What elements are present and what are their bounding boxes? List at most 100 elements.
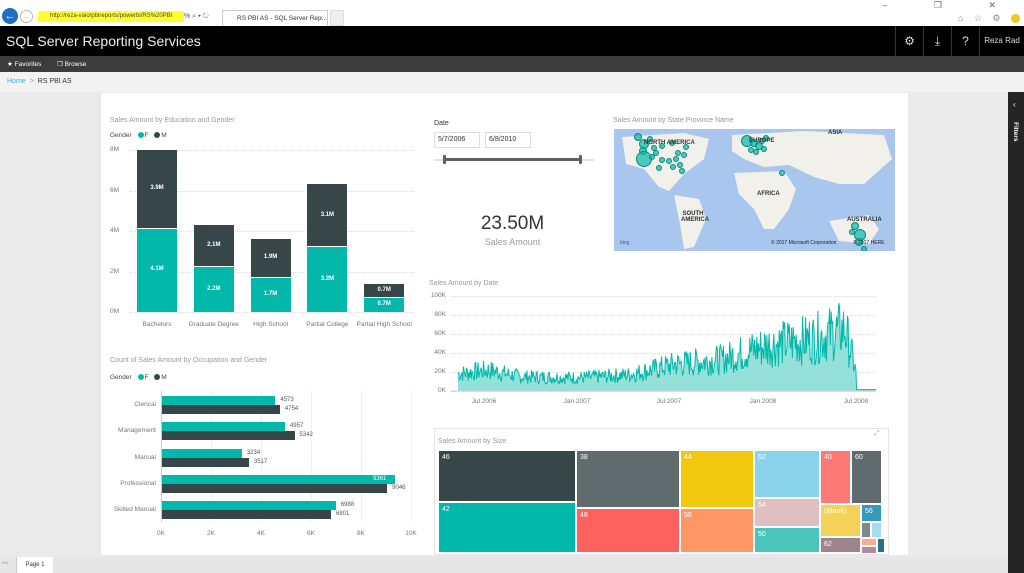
treemap-cell[interactable]: 48 bbox=[576, 508, 680, 553]
browser-toolbar: ← → http://reza-vaio/pbireports/powerbi/… bbox=[0, 0, 1024, 26]
treemap-cell[interactable]: 44 bbox=[680, 450, 754, 508]
map-bubble[interactable] bbox=[659, 157, 665, 163]
map-label-north-america: NORTH AMERICA bbox=[644, 140, 695, 146]
tab-close-icon[interactable]: × bbox=[319, 11, 323, 26]
start-date-input[interactable]: 5/7/2006 bbox=[434, 132, 480, 148]
y-tick-label: 100K bbox=[430, 292, 446, 299]
map-bubble[interactable] bbox=[679, 168, 685, 174]
bar-m[interactable] bbox=[161, 509, 332, 519]
map-label-asia: ASIA bbox=[828, 130, 843, 136]
home-star-gear-icons[interactable]: ⌂ ☆ ⚙ bbox=[958, 13, 1005, 23]
user-menu[interactable]: Reza Rad bbox=[979, 26, 1024, 56]
help-button[interactable]: ? bbox=[951, 26, 979, 56]
treemap-cell[interactable]: 46 bbox=[438, 450, 576, 502]
map-copyright-microsoft: © 2017 Microsoft Corporation bbox=[771, 240, 837, 246]
filters-label[interactable]: Filters bbox=[1012, 122, 1019, 142]
treemap-cell[interactable]: 42 bbox=[438, 502, 576, 553]
map-bubble[interactable] bbox=[670, 164, 676, 170]
app-title[interactable]: SQL Server Reporting Services bbox=[6, 33, 201, 49]
new-tab-button[interactable] bbox=[330, 10, 344, 26]
breadcrumb-current: RS PBI AS bbox=[37, 78, 72, 85]
treemap-cell[interactable] bbox=[861, 538, 877, 546]
page-nav-arrows[interactable]: ◂ ▸ bbox=[2, 560, 8, 566]
map-bubble[interactable] bbox=[681, 152, 687, 158]
map-bubble[interactable] bbox=[849, 229, 855, 235]
y-gridline bbox=[451, 315, 876, 316]
browser-icons[interactable]: ⌂ ☆ ⚙ bbox=[958, 13, 1020, 24]
data-label: 6801 bbox=[336, 510, 350, 517]
map-bubble[interactable] bbox=[673, 156, 679, 162]
download-button[interactable]: ⤓ bbox=[923, 26, 951, 56]
x-tick-label: Jan 2008 bbox=[749, 398, 777, 405]
filters-pane[interactable]: ‹ Filters bbox=[1008, 92, 1024, 573]
map-bubble[interactable] bbox=[753, 149, 759, 155]
settings-button[interactable]: ⚙ bbox=[895, 26, 923, 56]
browser-tab[interactable]: RS PBI AS - SQL Server Rep... × bbox=[222, 10, 328, 26]
bar-m[interactable] bbox=[161, 405, 280, 415]
y-tick-label: 4M bbox=[110, 227, 120, 234]
treemap-cell[interactable]: 52 bbox=[754, 450, 820, 498]
address-bar[interactable]: http://reza-vaio/pbireports/powerbi/RS%2… bbox=[38, 11, 184, 22]
y-gridline bbox=[451, 353, 876, 354]
treemap-cell[interactable] bbox=[871, 522, 882, 538]
end-date-input[interactable]: 6/8/2010 bbox=[485, 132, 531, 148]
treemap-cell[interactable] bbox=[861, 522, 871, 538]
treemap-cell[interactable]: (Blank) bbox=[820, 504, 861, 537]
bar-f[interactable] bbox=[161, 474, 396, 484]
legend-f[interactable]: F bbox=[145, 374, 149, 381]
slider-end-handle[interactable] bbox=[579, 155, 582, 164]
breadcrumb-home[interactable]: Home bbox=[7, 78, 26, 85]
date-slider-range[interactable] bbox=[445, 158, 581, 161]
feedback-smiley-icon[interactable] bbox=[1011, 14, 1020, 24]
forward-button[interactable]: → bbox=[20, 10, 33, 23]
treemap-cell[interactable]: 60 bbox=[851, 450, 882, 504]
slider-start-handle[interactable] bbox=[443, 155, 446, 164]
page-tab[interactable]: Page 1 bbox=[16, 557, 53, 573]
map-bubble[interactable] bbox=[761, 146, 767, 152]
data-label: 2.1M bbox=[207, 242, 221, 249]
download-icon: ⤓ bbox=[934, 34, 941, 48]
window-controls[interactable]: – ❐ ✕ bbox=[882, 0, 1018, 11]
bar-f[interactable] bbox=[161, 396, 276, 406]
chevron-left-icon[interactable]: ‹ bbox=[1013, 100, 1016, 109]
map-label-europe: EUROPE bbox=[749, 138, 775, 144]
legend-f[interactable]: F bbox=[145, 132, 149, 139]
legend-m[interactable]: M bbox=[161, 132, 166, 139]
bar-f[interactable] bbox=[161, 500, 336, 510]
treemap-cell[interactable]: 56 bbox=[861, 504, 882, 522]
map-bubble[interactable] bbox=[861, 246, 867, 251]
map-bubble[interactable] bbox=[649, 154, 655, 160]
treemap-cell[interactable]: 40 bbox=[820, 450, 851, 504]
treemap-cell[interactable]: 38 bbox=[576, 450, 680, 508]
data-label: 3.1M bbox=[320, 211, 335, 218]
map-bubble[interactable] bbox=[779, 170, 785, 176]
bar-f[interactable] bbox=[161, 422, 285, 432]
menu-bar: ★ Favorites ❐ Browse bbox=[0, 56, 1024, 72]
map-bubble[interactable] bbox=[666, 158, 672, 164]
data-label: 4573 bbox=[280, 397, 294, 404]
bar-m[interactable] bbox=[161, 457, 249, 467]
address-actions[interactable]: % ⌕ ▾ ↻ bbox=[184, 11, 209, 22]
bar-m[interactable] bbox=[161, 431, 295, 441]
browse-menu[interactable]: ❐ Browse bbox=[57, 60, 86, 68]
map-bubble[interactable] bbox=[656, 165, 662, 171]
treemap-cell[interactable]: 58 bbox=[680, 508, 754, 553]
map[interactable]: NORTH AMERICA EUROPE ASIA AFRICA SOUTH A… bbox=[614, 129, 895, 251]
treemap-cell[interactable]: 62 bbox=[820, 537, 861, 553]
treemap-cell[interactable]: 54 bbox=[754, 498, 820, 527]
legend-m[interactable]: M bbox=[161, 374, 166, 381]
favorites-menu[interactable]: ★ Favorites bbox=[7, 60, 41, 68]
treemap-cell[interactable]: 50 bbox=[754, 527, 820, 553]
legend-f-icon bbox=[137, 374, 144, 381]
x-tick-label: 2K bbox=[207, 530, 215, 537]
focus-mode-icon[interactable]: ⤢ bbox=[874, 430, 880, 438]
treemap-cell[interactable] bbox=[861, 546, 877, 554]
back-button[interactable]: ← bbox=[2, 8, 18, 24]
data-label: 1.7M bbox=[263, 290, 278, 297]
x-tick-label: Bachelors bbox=[142, 321, 172, 328]
bar-f[interactable] bbox=[161, 448, 242, 458]
map-label-australia: AUSTRALIA bbox=[847, 217, 882, 223]
treemap-cell[interactable] bbox=[877, 538, 885, 553]
data-label: 2.2M bbox=[207, 285, 221, 292]
bar-m[interactable] bbox=[161, 483, 388, 493]
